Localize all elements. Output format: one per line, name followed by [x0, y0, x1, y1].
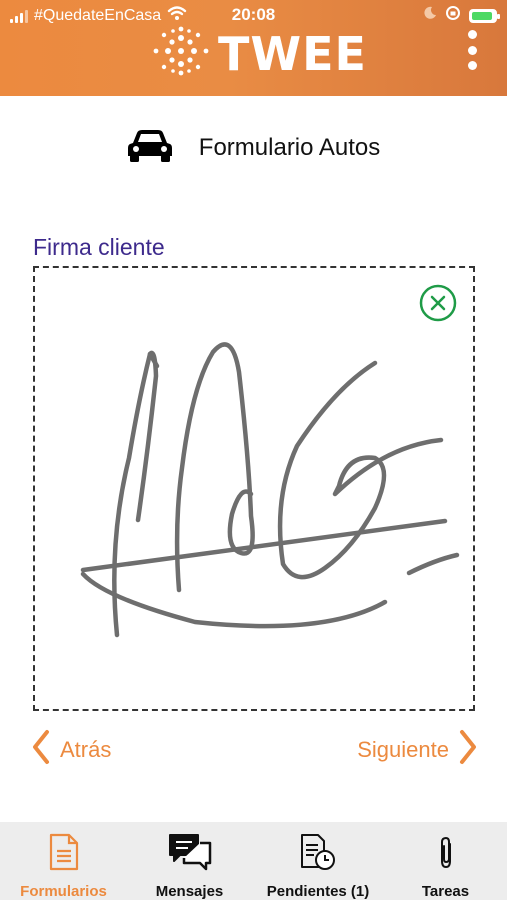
signature-pad[interactable]	[33, 266, 475, 711]
document-icon	[49, 828, 79, 871]
signature-drawing	[80, 342, 460, 638]
tab-mensajes[interactable]: Mensajes	[127, 822, 252, 900]
tab-formularios[interactable]: Formularios	[0, 822, 127, 900]
more-vertical-icon[interactable]	[465, 30, 479, 70]
tab-pendientes[interactable]: Pendientes (1)	[252, 822, 384, 900]
tab-tareas[interactable]: Tareas	[384, 822, 507, 900]
tab-label: Pendientes (1)	[266, 883, 370, 900]
form-title-row: Formulario Autos	[0, 126, 507, 170]
rotation-lock-icon	[445, 5, 461, 26]
bottom-tab-bar: Formularios Mensajes Pendientes (1) Tare…	[0, 822, 507, 900]
battery-charging-icon	[469, 8, 500, 23]
back-button[interactable]: Atrás	[32, 728, 111, 772]
chevron-right-icon	[459, 729, 477, 771]
next-button-label: Siguiente	[357, 737, 449, 762]
page-title: Formulario Autos	[198, 134, 381, 161]
twee-logo: TWEE	[150, 26, 367, 81]
logo-text: TWEE	[218, 26, 367, 81]
tab-label: Tareas	[421, 883, 470, 900]
paperclip-icon	[436, 828, 456, 871]
chat-icon	[168, 828, 212, 871]
app-header: #QuedateEnCasa 20:08 TWEE	[0, 0, 507, 96]
tab-label: Formularios	[20, 883, 107, 900]
back-button-label: Atrás	[60, 737, 112, 762]
signature-label: Firma cliente	[33, 234, 165, 260]
clear-signature-button[interactable]	[419, 284, 457, 322]
chevron-left-icon	[32, 729, 50, 771]
pending-doc-icon	[300, 828, 336, 871]
next-button[interactable]: Siguiente	[357, 728, 477, 772]
tab-label: Mensajes	[155, 883, 224, 900]
logo-burst-icon	[150, 26, 212, 81]
moon-icon	[423, 6, 437, 25]
status-right	[423, 5, 500, 26]
car-icon	[127, 129, 173, 168]
